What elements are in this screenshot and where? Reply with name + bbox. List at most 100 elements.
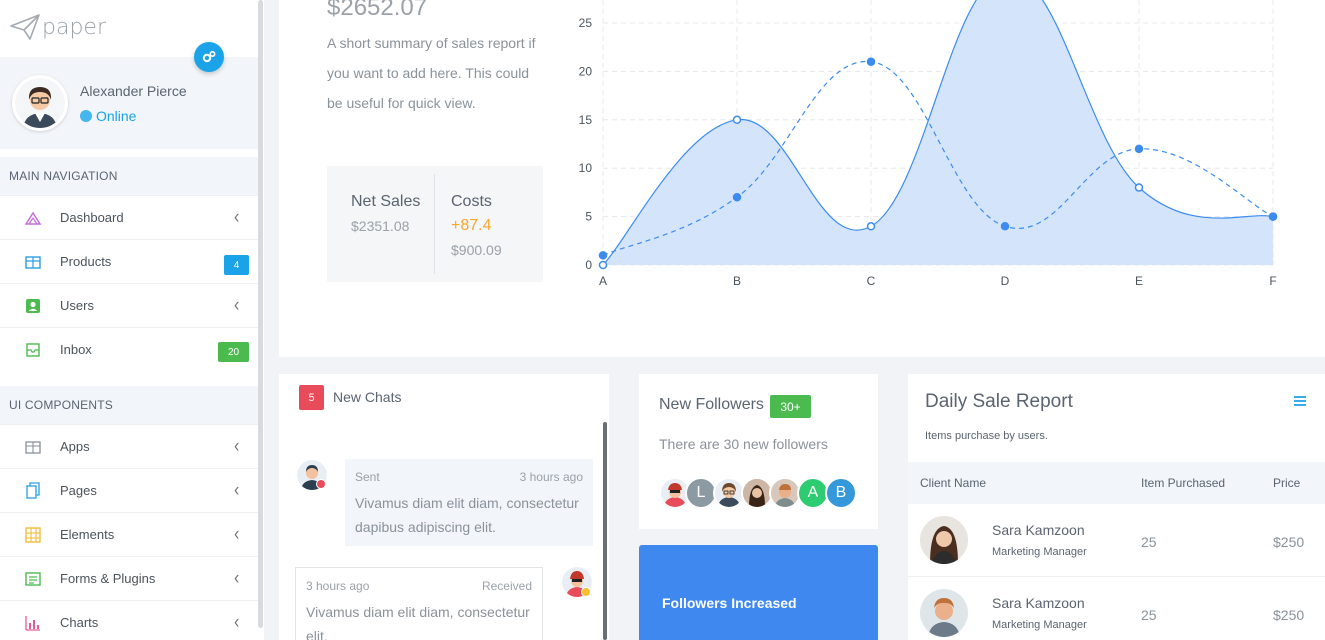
forms-icon xyxy=(24,570,42,588)
box-icon xyxy=(24,253,42,271)
user-name: Alexander Pierce xyxy=(80,83,187,99)
daily-sale-report-card: Daily Sale Report Items purchase by user… xyxy=(908,374,1325,640)
status-away-dot-icon xyxy=(581,587,591,597)
sidebar-item-label: Forms & Plugins xyxy=(60,571,156,586)
y-tick-label: 25 xyxy=(579,16,593,30)
sale-report-subtitle: Items purchase by users. xyxy=(925,430,1048,442)
sales-summary-text: A short summary of sales report if you w… xyxy=(327,35,536,111)
inbox-icon xyxy=(24,341,42,359)
data-point[interactable] xyxy=(1268,212,1278,221)
settings-button[interactable] xyxy=(194,42,224,72)
sidebar-item-label: Charts xyxy=(60,615,99,630)
chevron-left-icon: ‹ xyxy=(234,435,240,457)
y-tick-label: 5 xyxy=(585,210,592,224)
logo[interactable]: paper xyxy=(10,14,106,40)
user-status-text: Online xyxy=(96,108,137,124)
client-avatar xyxy=(920,516,968,564)
sidebar-item-label: Apps xyxy=(60,439,90,454)
y-tick-label: 20 xyxy=(579,64,593,78)
sidebar-item-elements[interactable]: Elements ‹ xyxy=(0,512,262,556)
series-area xyxy=(603,0,1273,265)
data-point[interactable] xyxy=(732,115,742,125)
sidebar-item-pages[interactable]: Pages ‹ xyxy=(0,468,262,512)
data-point[interactable] xyxy=(1134,183,1144,192)
net-sales-stat: Net Sales $2351.08 xyxy=(351,190,421,234)
sidebar-scrollbar[interactable] xyxy=(258,0,263,628)
follower-avatar-letter[interactable]: B xyxy=(825,477,857,509)
online-dot-icon xyxy=(80,110,92,122)
x-tick-label: E xyxy=(1135,274,1143,288)
column-header[interactable]: Price xyxy=(1273,476,1300,490)
sidebar-item-forms-plugins[interactable]: Forms & Plugins ‹ xyxy=(0,556,262,600)
client-name: Sara Kamzoon xyxy=(992,522,1085,538)
x-tick-label: B xyxy=(733,274,741,288)
paper-plane-icon xyxy=(10,14,40,40)
table-row[interactable]: Sara Kamzoon Marketing Manager 25 $250 xyxy=(908,504,1325,577)
avatar[interactable] xyxy=(12,75,68,131)
net-sales-value: $2351.08 xyxy=(351,218,410,234)
user-status: Online xyxy=(80,108,136,124)
followers-increased-label: Followers Increased xyxy=(662,595,797,611)
sidebar-item-label: Inbox xyxy=(60,342,92,357)
data-point[interactable] xyxy=(598,260,608,270)
dashboard-icon xyxy=(24,209,42,227)
sidebar-item-users[interactable]: Users ‹ xyxy=(0,283,262,327)
menu-icon[interactable] xyxy=(1293,394,1307,412)
data-point[interactable] xyxy=(866,222,876,231)
chevron-left-icon: ‹ xyxy=(234,567,240,589)
followers-subtitle: There are 30 new followers xyxy=(659,436,828,452)
sidebar-item-apps[interactable]: Apps ‹ xyxy=(0,424,262,468)
message-direction: Sent xyxy=(355,470,380,484)
chat-scrollbar[interactable] xyxy=(603,422,607,640)
data-point[interactable] xyxy=(1000,222,1010,231)
sidebar-item-label: Elements xyxy=(60,527,115,542)
chats-title: New Chats xyxy=(333,389,402,405)
column-header[interactable]: Item Purchased xyxy=(1141,476,1225,490)
followers-title: New Followers xyxy=(659,396,764,413)
costs-change: +87.4 xyxy=(451,217,492,234)
sidebar-item-label: Products xyxy=(60,254,112,269)
inbox-count-badge: 20 xyxy=(218,342,249,362)
message-text: Vivamus diam elit diam, consectetur elit… xyxy=(306,604,530,640)
chevron-left-icon: ‹ xyxy=(234,523,240,545)
sales-total: $2652.07 xyxy=(327,0,428,21)
sidebar-item-products[interactable]: Products 4 xyxy=(0,239,262,283)
logo-text: paper xyxy=(42,15,106,40)
column-header[interactable]: Client Name xyxy=(920,476,986,490)
client-avatar xyxy=(920,589,968,637)
costs-value: $900.09 xyxy=(451,242,502,258)
products-count-badge: 4 xyxy=(224,255,249,275)
item-price: $250 xyxy=(1273,607,1305,623)
status-busy-dot-icon xyxy=(316,479,326,489)
data-point[interactable] xyxy=(866,57,876,66)
net-sales-title: Net Sales xyxy=(351,193,421,210)
sidebar-item-label: Dashboard xyxy=(60,210,124,225)
table-row[interactable]: Sara Kamzoon Marketing Manager 25 $250 xyxy=(908,577,1325,640)
data-point[interactable] xyxy=(732,192,742,202)
data-point[interactable] xyxy=(598,251,608,260)
new-chats-card: 5 New Chats Sent 3 hours ago Vivamus diam… xyxy=(279,374,609,640)
costs-title: Costs xyxy=(451,193,492,210)
sidebar-item-charts[interactable]: Charts ‹ xyxy=(0,600,262,640)
message-text: Vivamus diam elit diam, consectetur dapi… xyxy=(355,495,579,535)
ui-components-header: UI COMPONENTS xyxy=(0,386,262,424)
y-tick-label: 15 xyxy=(579,113,593,127)
followers-badge: 30+ xyxy=(770,395,811,418)
data-point[interactable] xyxy=(1134,144,1144,154)
sidebar-item-dashboard[interactable]: Dashboard ‹ xyxy=(0,195,262,239)
stat-divider xyxy=(434,174,435,274)
apps-icon xyxy=(24,438,42,456)
pages-icon xyxy=(24,481,42,500)
sidebar-item-inbox[interactable]: Inbox 20 xyxy=(0,327,262,371)
followers-increased-card: Followers Increased xyxy=(639,545,878,640)
y-tick-label: 0 xyxy=(585,258,592,272)
message-time: 3 hours ago xyxy=(306,579,370,593)
message-time: 3 hours ago xyxy=(519,470,583,484)
main-navigation-header: MAIN NAVIGATION xyxy=(0,157,262,195)
new-followers-card: New Followers 30+ There are 30 new follo… xyxy=(639,374,878,529)
message-direction: Received xyxy=(481,579,532,593)
item-quantity: 25 xyxy=(1141,607,1157,623)
client-name: Sara Kamzoon xyxy=(992,595,1085,611)
sidebar-item-label: Pages xyxy=(60,483,97,498)
x-tick-label: A xyxy=(599,274,607,288)
